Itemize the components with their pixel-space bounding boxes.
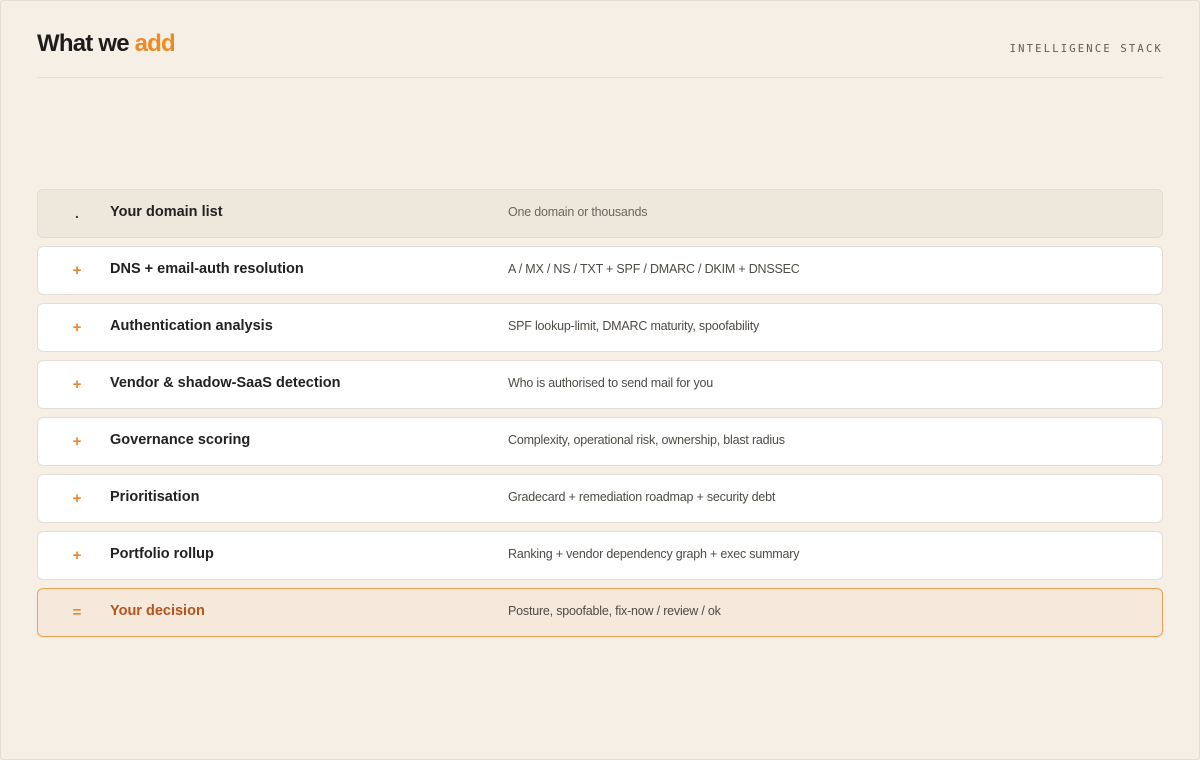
row-description: SPF lookup-limit, DMARC maturity, spoofa… <box>508 319 760 333</box>
page-title: What we add <box>37 30 176 58</box>
row-label: Vendor & shadow-SaaS detection <box>110 375 341 391</box>
pipeline-row: + Vendor & shadow-SaaS detection Who is … <box>37 360 1163 409</box>
plus-symbol: + <box>72 433 82 450</box>
equals-symbol: = <box>72 604 82 621</box>
plus-symbol: + <box>72 547 82 564</box>
row-description: Ranking + vendor dependency graph + exec… <box>508 547 800 561</box>
pipeline-row: + Governance scoring Complexity, operati… <box>37 417 1163 466</box>
row-description: Who is authorised to send mail for you <box>508 376 714 390</box>
row-label: Portfolio rollup <box>110 546 214 562</box>
pipeline-row-output: = Your decision Posture, spoofable, fix-… <box>37 588 1163 637</box>
row-description: Complexity, operational risk, ownership,… <box>508 433 785 447</box>
row-description: A / MX / NS / TXT + SPF / DMARC / DKIM +… <box>508 262 800 276</box>
dot-symbol: . <box>75 205 79 221</box>
title-accent: add <box>134 30 176 57</box>
plus-symbol: + <box>72 262 82 279</box>
pipeline-row: + Authentication analysis SPF lookup-lim… <box>37 303 1163 352</box>
plus-symbol: + <box>72 490 82 507</box>
plus-symbol: + <box>72 376 82 393</box>
pipeline-row-input: . Your domain list One domain or thousan… <box>37 189 1163 238</box>
row-label: Governance scoring <box>110 432 251 448</box>
pipeline-row: + Portfolio rollup Ranking + vendor depe… <box>37 531 1163 580</box>
pipeline-list: . Your domain list One domain or thousan… <box>37 189 1163 645</box>
row-label: Your domain list <box>110 204 223 220</box>
row-description: Posture, spoofable, fix-now / review / o… <box>508 604 721 618</box>
pipeline-row: + DNS + email-auth resolution A / MX / N… <box>37 246 1163 295</box>
row-label: Prioritisation <box>110 489 200 505</box>
row-label: Your decision <box>110 603 205 619</box>
section-kicker: INTELLIGENCE STACK <box>1009 43 1163 55</box>
pipeline-row: + Prioritisation Gradecard + remediation… <box>37 474 1163 523</box>
section-header: What we add INTELLIGENCE STACK <box>37 28 1163 78</box>
title-main: What we <box>37 30 130 57</box>
row-description: One domain or thousands <box>508 205 648 219</box>
plus-symbol: + <box>72 319 82 336</box>
row-label: DNS + email-auth resolution <box>110 261 304 277</box>
row-description: Gradecard + remediation roadmap + securi… <box>508 490 776 504</box>
row-label: Authentication analysis <box>110 318 273 334</box>
